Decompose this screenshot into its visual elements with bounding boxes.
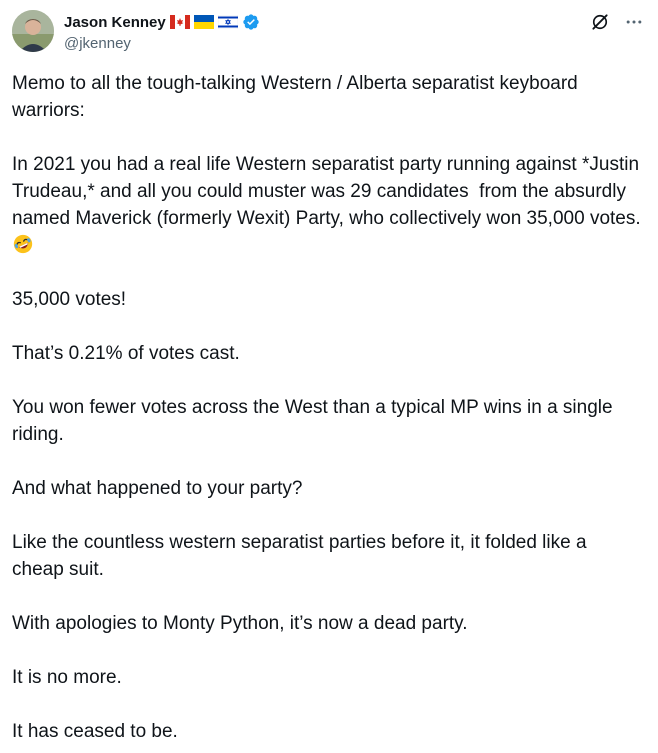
- tweet-paragraph: Memo to all the tough-talking Western / …: [12, 73, 584, 121]
- tweet-paragraph: It is no more.: [12, 667, 122, 688]
- israel-flag-icon: [217, 15, 238, 29]
- more-options-icon[interactable]: [624, 12, 644, 32]
- tweet-paragraph: You won fewer votes across the West than…: [12, 397, 618, 445]
- verified-badge-icon[interactable]: [242, 13, 260, 31]
- ukraine-flag-icon: [193, 15, 214, 29]
- rolling-on-floor-laughing-emoji: [13, 234, 33, 254]
- tweet-paragraph-with-emoji: In 2021 you had a real life Western sepa…: [12, 151, 642, 259]
- tweet-paragraph: With apologies to Monty Python, it’s now…: [12, 613, 468, 634]
- tweet-paragraph: And what happened to your party?: [12, 478, 303, 499]
- tweet-paragraph: That’s 0.21% of votes cast.: [12, 343, 240, 364]
- author-name[interactable]: Jason Kenney: [64, 14, 166, 31]
- tweet-header: Jason Kenney @jkenney: [12, 10, 646, 60]
- grok-icon[interactable]: [590, 12, 610, 32]
- tweet-paragraph: Like the countless western separatist pa…: [12, 532, 592, 580]
- tweet-paragraph: It has ceased to be.: [12, 721, 178, 742]
- tweet-text: Memo to all the tough-talking Western / …: [12, 70, 642, 745]
- author-name-row: Jason Kenney: [64, 12, 260, 32]
- tweet-paragraph: 35,000 votes!: [12, 289, 127, 310]
- canada-flag-icon: [169, 15, 190, 29]
- tweet-paragraph-text: In 2021 you had a real life Western sepa…: [12, 154, 644, 229]
- avatar[interactable]: [12, 10, 54, 52]
- author-handle[interactable]: @jkenney: [64, 35, 131, 52]
